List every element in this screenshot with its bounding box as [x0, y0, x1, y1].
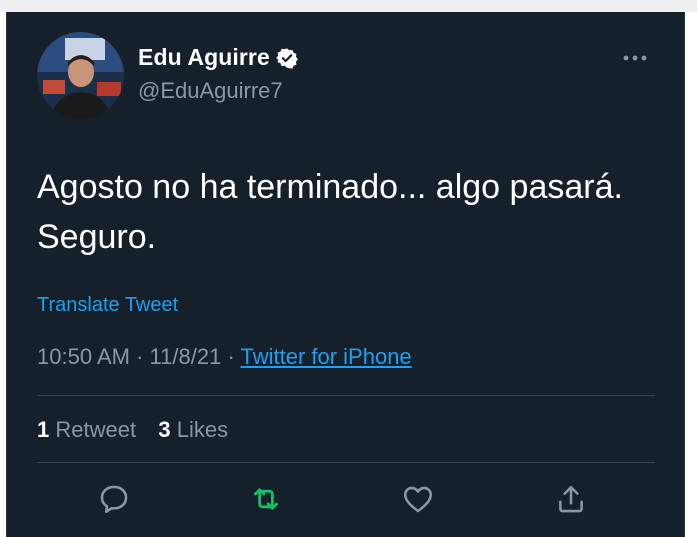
user-handle[interactable]: @EduAguirre7	[138, 78, 283, 104]
like-count: 3	[158, 417, 171, 442]
tweet-time[interactable]: 10:50 AM	[37, 344, 130, 369]
tweet-source-link[interactable]: Twitter for iPhone	[240, 344, 411, 369]
verified-badge-icon	[275, 47, 298, 69]
top-strip	[0, 0, 697, 12]
retweet-label: Retweet	[55, 417, 137, 442]
tweet-text-line-1: Agosto no ha terminado... algo pasará.	[37, 168, 623, 206]
divider	[37, 395, 655, 396]
like-icon[interactable]	[401, 482, 435, 516]
tweet-date[interactable]: 11/8/21	[150, 344, 222, 369]
meta-separator: ·	[227, 344, 235, 369]
display-name-row: Edu Aguirre	[138, 44, 298, 71]
retweet-icon[interactable]	[249, 482, 283, 516]
retweet-count: 1	[37, 417, 50, 442]
avatar[interactable]	[37, 32, 124, 119]
display-name[interactable]: Edu Aguirre	[138, 44, 270, 71]
engagement-stats: 1 Retweet 3 Likes	[37, 417, 228, 443]
retweet-stat[interactable]: 1 Retweet	[37, 417, 136, 442]
tweet-meta: 10:50 AM · 11/8/21 · Twitter for iPhone	[37, 344, 412, 370]
reply-icon[interactable]	[97, 482, 131, 516]
tweet-card: Edu Aguirre @EduAguirre7 Agosto no ha te…	[6, 12, 685, 537]
tweet-text: Agosto no ha terminado... algo pasará. S…	[37, 162, 657, 262]
tweet-text-line-2: Seguro.	[37, 218, 157, 256]
translate-tweet-link[interactable]: Translate Tweet	[37, 294, 178, 317]
more-options-icon[interactable]	[621, 48, 649, 68]
share-icon[interactable]	[554, 482, 588, 516]
meta-separator: ·	[136, 344, 144, 369]
like-stat[interactable]: 3 Likes	[158, 417, 228, 442]
divider	[37, 462, 655, 463]
like-label: Likes	[176, 417, 229, 442]
